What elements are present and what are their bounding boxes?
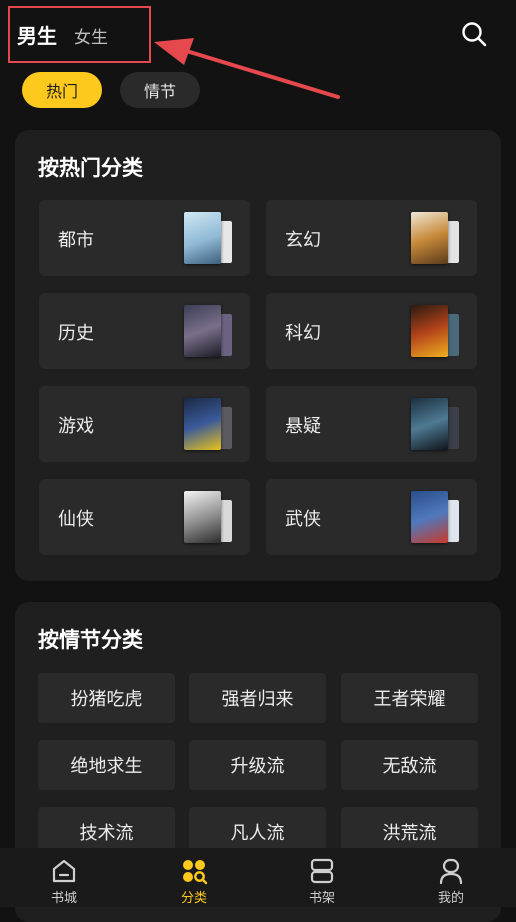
category-label: 玄幻 <box>285 230 321 251</box>
category-history[interactable]: 历史 <box>39 293 250 369</box>
nav-label: 书架 <box>308 891 335 906</box>
plot-tag[interactable]: 无敌流 <box>341 740 478 790</box>
nav-item-bookstore[interactable]: 书城 <box>24 848 104 907</box>
hot-category-card: 按热门分类 都市 玄幻 历史 科幻 游戏 悬疑 仙侠 武侠 <box>15 130 501 581</box>
book-cover-xianxia <box>184 491 232 543</box>
category-label: 仙侠 <box>58 509 94 530</box>
nav-label: 书城 <box>50 891 77 906</box>
book-cover-scifi <box>411 305 459 357</box>
category-fantasy[interactable]: 玄幻 <box>266 200 477 276</box>
category-wuxia[interactable]: 武侠 <box>266 479 477 555</box>
plot-tag[interactable]: 扮猪吃虎 <box>38 673 175 723</box>
category-label: 武侠 <box>285 509 321 530</box>
plot-tag[interactable]: 强者归来 <box>189 673 326 723</box>
home-icon <box>52 859 76 883</box>
plot-tag[interactable]: 升级流 <box>189 740 326 790</box>
nav-item-category[interactable]: 分类 <box>154 848 234 907</box>
section-title-plot: 按情节分类 <box>38 628 143 652</box>
bookshelf-icon <box>310 858 334 884</box>
category-label: 科幻 <box>285 323 321 344</box>
filter-pill-plot[interactable]: 情节 <box>120 72 200 108</box>
category-scifi[interactable]: 科幻 <box>266 293 477 369</box>
plot-tag[interactable]: 王者荣耀 <box>341 673 478 723</box>
nav-item-profile[interactable]: 我的 <box>411 848 491 907</box>
tab-male[interactable]: 男生 <box>17 20 57 49</box>
search-button[interactable] <box>460 20 488 48</box>
category-game[interactable]: 游戏 <box>39 386 250 462</box>
plot-tag[interactable]: 绝地求生 <box>38 740 175 790</box>
category-urban[interactable]: 都市 <box>39 200 250 276</box>
nav-label: 分类 <box>180 891 207 906</box>
book-cover-game <box>184 398 232 450</box>
tab-female[interactable]: 女生 <box>74 23 108 48</box>
category-label: 游戏 <box>58 416 94 437</box>
book-cover-history <box>184 305 232 357</box>
bottom-nav: 书城 分类 书架 我的 <box>0 848 516 907</box>
section-title-hot: 按热门分类 <box>38 156 143 180</box>
category-icon <box>183 860 208 885</box>
filter-pill-hot[interactable]: 热门 <box>22 72 102 108</box>
search-icon <box>462 22 487 47</box>
category-label: 都市 <box>58 230 94 251</box>
category-label: 悬疑 <box>285 416 321 437</box>
profile-icon <box>439 858 463 885</box>
nav-item-bookshelf[interactable]: 书架 <box>282 848 362 907</box>
category-label: 历史 <box>58 323 94 344</box>
nav-label: 我的 <box>437 891 464 906</box>
category-xianxia[interactable]: 仙侠 <box>39 479 250 555</box>
category-mystery[interactable]: 悬疑 <box>266 386 477 462</box>
book-cover-fantasy <box>411 212 459 264</box>
book-cover-urban <box>184 212 232 264</box>
book-cover-wuxia <box>411 491 459 543</box>
book-cover-mystery <box>411 398 459 450</box>
